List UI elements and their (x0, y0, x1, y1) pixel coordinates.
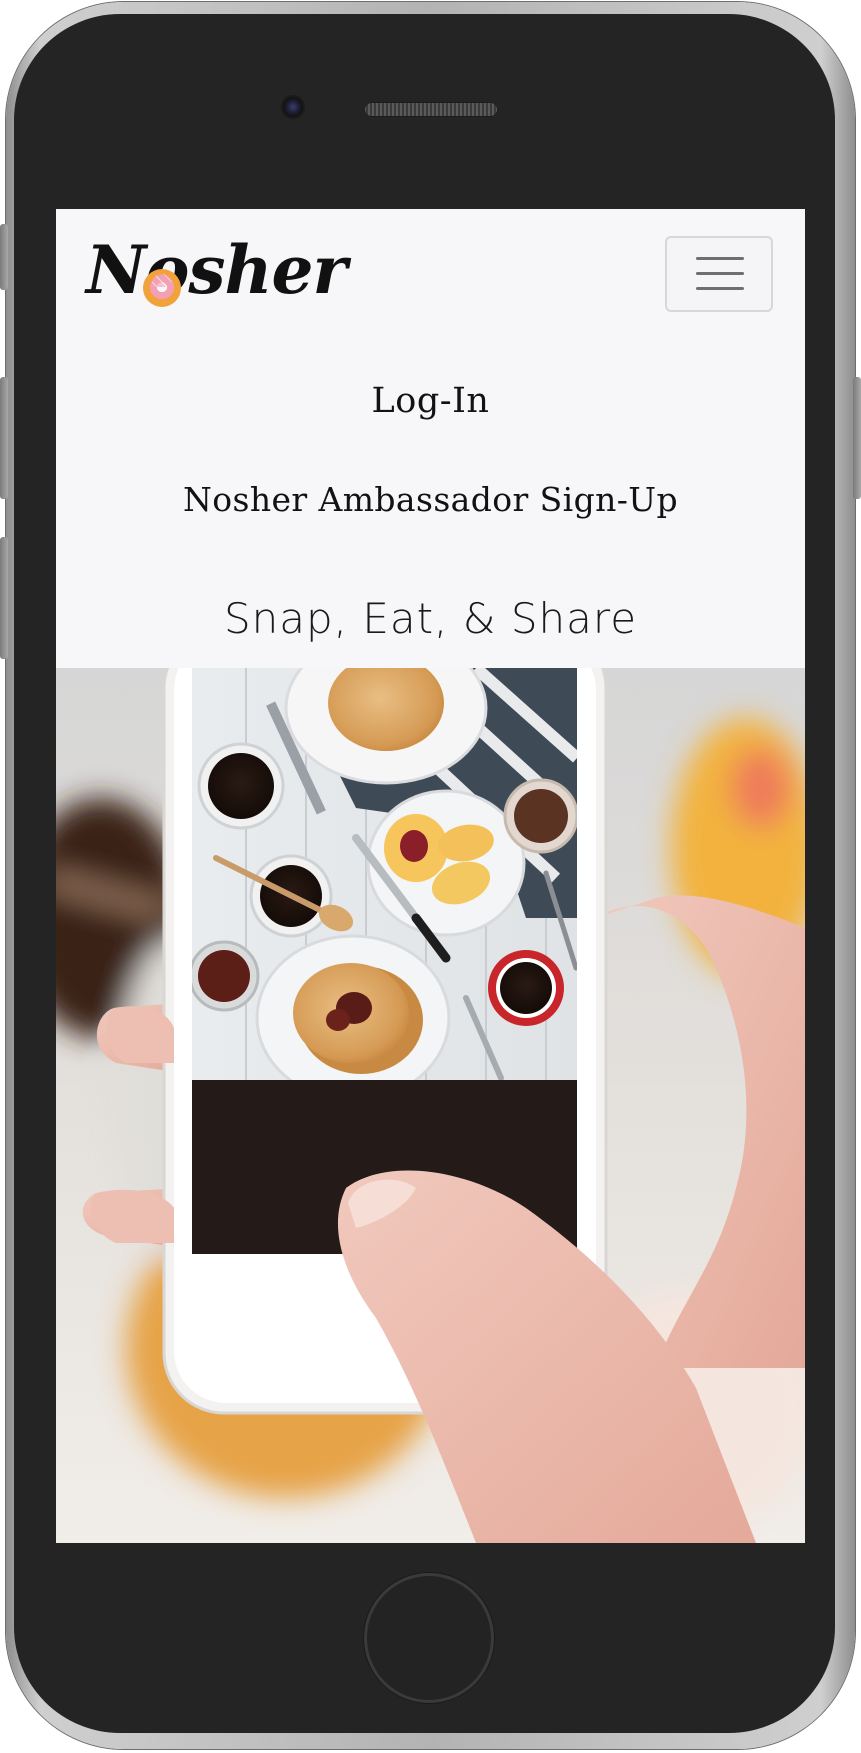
hero-image (56, 668, 805, 1543)
navbar: Nosher (56, 209, 805, 333)
hero-tagline: Snap, Eat, & Share (223, 594, 638, 643)
front-camera (283, 97, 303, 117)
mute-switch (0, 224, 8, 290)
brand-logo[interactable]: Nosher (86, 231, 347, 309)
hamburger-icon (696, 287, 744, 290)
volume-up-button (0, 377, 8, 499)
hamburger-icon (696, 272, 744, 275)
hamburger-icon (696, 257, 744, 260)
power-button (853, 377, 861, 499)
volume-down-button (0, 537, 8, 659)
donut-icon (143, 269, 181, 307)
home-button (364, 1573, 494, 1703)
menu-toggle-button[interactable] (665, 236, 773, 312)
hero-photo-illustration (56, 668, 805, 1543)
login-link[interactable]: Log-In (56, 381, 805, 421)
earpiece-speaker (364, 102, 498, 117)
brand-name: Nosher (86, 231, 347, 309)
screen: Nosher Log-In Nosher Ambassador Sign-Up … (56, 209, 805, 1543)
ambassador-signup-link[interactable]: Nosher Ambassador Sign-Up (56, 480, 805, 519)
